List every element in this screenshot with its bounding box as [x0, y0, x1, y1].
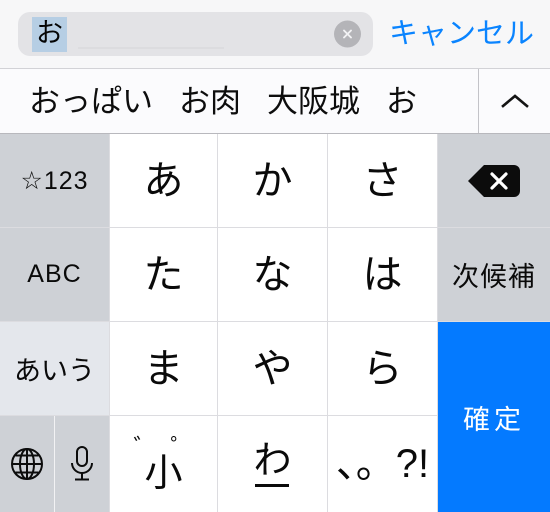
globe-icon[interactable]: [0, 416, 55, 512]
clear-icon[interactable]: [333, 20, 361, 48]
key-ma-row[interactable]: ま: [110, 322, 218, 416]
search-bar: お キャンセル: [0, 0, 550, 68]
key-next-candidate[interactable]: 次候補: [438, 228, 550, 322]
key-ra-row[interactable]: ら: [328, 322, 438, 416]
key-ta-row[interactable]: た: [110, 228, 218, 322]
delete-key-icon[interactable]: [438, 134, 550, 228]
key-punctuation[interactable]: 、。?!: [328, 416, 438, 512]
key-ka-row[interactable]: か: [218, 134, 328, 228]
key-ya-row[interactable]: や: [218, 322, 328, 416]
candidate-item[interactable]: お: [373, 86, 430, 117]
candidate-item[interactable]: 大阪城: [254, 86, 373, 117]
key-symbols[interactable]: ☆123: [0, 134, 110, 228]
candidate-item[interactable]: お肉: [166, 86, 254, 117]
chevron-up-icon[interactable]: [478, 69, 550, 133]
composition-underline: [78, 47, 224, 49]
candidate-list: おっぱい お肉 大阪城 お: [0, 69, 478, 133]
key-kana-mode[interactable]: あいう: [0, 322, 110, 416]
key-abc[interactable]: ABC: [0, 228, 110, 322]
key-ha-row[interactable]: は: [328, 228, 438, 322]
keyboard-switch-group: [0, 416, 110, 512]
key-wa-row-label: わ: [253, 439, 292, 482]
candidate-bar: おっぱい お肉 大阪城 お: [0, 68, 550, 134]
key-sa-row[interactable]: さ: [328, 134, 438, 228]
key-small-dakuten[interactable]: ゛゜ 小: [110, 416, 218, 512]
search-input[interactable]: お: [18, 12, 373, 56]
key-na-row[interactable]: な: [218, 228, 328, 322]
key-wa-row[interactable]: わ: [218, 416, 328, 512]
candidate-item[interactable]: おっぱい: [16, 86, 166, 117]
underscore-mark: [255, 483, 290, 487]
ios-japanese-keyboard-screen: お キャンセル おっぱい お肉 大阪城 お ☆123 あ か さ ABC た な…: [0, 0, 550, 512]
small-kana-mark: 小: [144, 452, 183, 495]
microphone-icon[interactable]: [54, 416, 109, 512]
keyboard: ☆123 あ か さ ABC た な は 次候補 あいう ま や ら 確定 ゛゜…: [0, 134, 550, 512]
key-a-row[interactable]: あ: [110, 134, 218, 228]
key-wa-row-glyph: わ: [253, 439, 292, 487]
key-small-dakuten-glyph: ゛゜ 小: [120, 435, 208, 495]
cancel-button[interactable]: キャンセル: [373, 19, 538, 49]
search-input-value: お: [32, 16, 67, 52]
key-confirm[interactable]: 確定: [438, 322, 550, 512]
